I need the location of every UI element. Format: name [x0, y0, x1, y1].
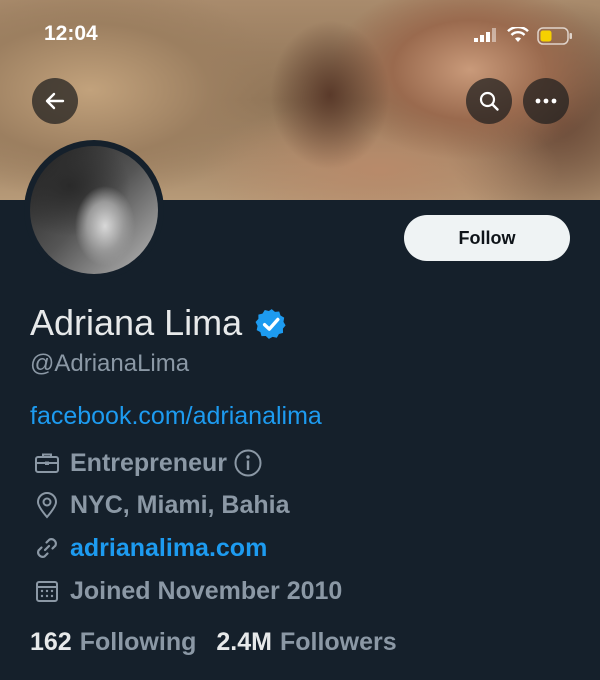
profile-location: NYC, Miami, Bahia: [70, 490, 290, 519]
briefcase-icon: [32, 448, 62, 478]
verified-badge-icon[interactable]: [254, 307, 288, 341]
battery-icon: [537, 27, 572, 45]
more-options-button[interactable]: [523, 78, 569, 124]
following-count: 162: [30, 628, 72, 656]
status-bar: 12:04: [0, 0, 600, 62]
profile-location-row: NYC, Miami, Bahia: [32, 490, 290, 520]
profile-website-link[interactable]: adrianalima.com: [70, 534, 267, 563]
profile-avatar[interactable]: [24, 140, 164, 280]
followers-count: 2.4M: [216, 628, 272, 656]
status-time: 12:04: [44, 22, 98, 45]
avatar-image: [30, 146, 158, 274]
bio-link[interactable]: facebook.com/adrianalima: [30, 402, 322, 431]
search-icon: [479, 91, 499, 111]
follow-button[interactable]: Follow: [404, 215, 570, 261]
back-button[interactable]: [32, 78, 78, 124]
followers-label: Followers: [279, 628, 397, 656]
profile-website-row: adrianalima.com: [32, 533, 267, 563]
followers-stat[interactable]: 2.4M Followers: [216, 628, 396, 657]
calendar-icon: [32, 576, 62, 606]
profile-joined-date: Joined November 2010: [70, 576, 343, 605]
following-stat[interactable]: 162 Following: [30, 628, 196, 657]
follow-stats: 162 Following 2.4M Followers: [30, 628, 417, 657]
profile-category: Entrepreneur: [70, 448, 227, 477]
profile-name: Adriana Lima: [30, 302, 243, 343]
info-icon[interactable]: [233, 448, 263, 478]
link-icon: [32, 533, 62, 563]
profile-joined-row: Joined November 2010: [32, 576, 342, 606]
profile-handle: @AdrianaLima: [30, 350, 190, 377]
signal-icon: [474, 28, 496, 42]
profile-name-row: Adriana Lima: [30, 302, 288, 344]
more-icon: [535, 98, 557, 104]
profile-category-row: Entrepreneur: [32, 448, 263, 478]
back-arrow-icon: [45, 92, 65, 110]
location-pin-icon: [32, 490, 62, 520]
search-button[interactable]: [466, 78, 512, 124]
wifi-icon: [507, 27, 529, 42]
following-label: Following: [79, 628, 197, 656]
